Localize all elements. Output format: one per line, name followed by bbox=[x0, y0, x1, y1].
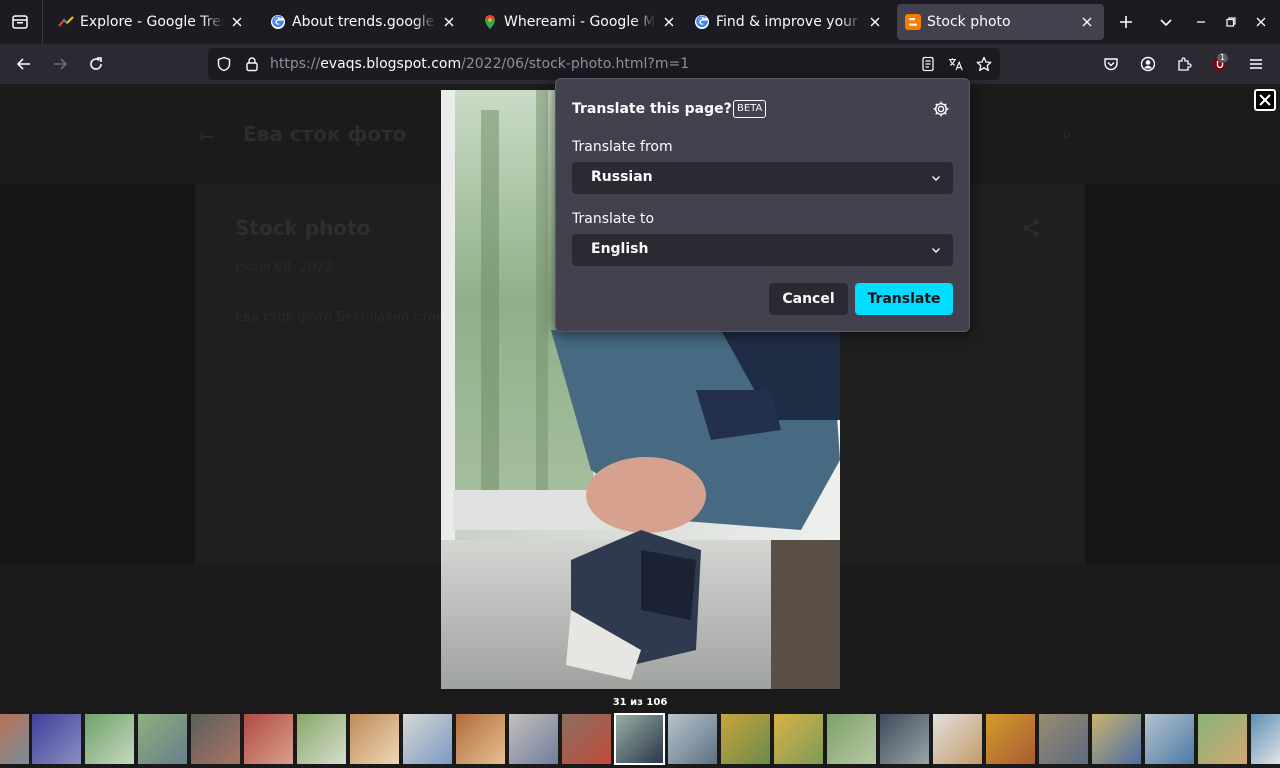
bookmark-star-icon[interactable] bbox=[976, 56, 992, 72]
tab-find-improve[interactable]: Find & improve your local bbox=[686, 4, 892, 40]
translate-icon[interactable] bbox=[948, 56, 964, 72]
thumbnail[interactable] bbox=[32, 714, 81, 764]
tab-bar: Explore - Google Trends About trends.goo… bbox=[0, 0, 1280, 44]
close-tab-icon[interactable] bbox=[866, 13, 884, 31]
translate-button[interactable]: Translate bbox=[855, 283, 953, 315]
close-tab-icon[interactable] bbox=[440, 13, 458, 31]
thumbnail[interactable] bbox=[403, 714, 452, 764]
blog-sidebar-left bbox=[0, 184, 195, 564]
post-title: Stock photo bbox=[235, 216, 371, 240]
thumbnail[interactable] bbox=[1145, 714, 1194, 764]
url-host: evaqs.blogspot.com bbox=[320, 56, 462, 72]
minimize-icon[interactable] bbox=[1189, 10, 1213, 34]
close-window-icon[interactable] bbox=[1249, 10, 1273, 34]
beta-badge: BETA bbox=[733, 100, 767, 118]
close-tab-icon[interactable] bbox=[1078, 13, 1096, 31]
translate-from-label: Translate from bbox=[572, 139, 673, 155]
translate-page-panel: Translate this page? BETA Translate from… bbox=[555, 78, 970, 332]
translate-to-select[interactable]: English bbox=[572, 234, 953, 266]
extension-badge-count: 1 bbox=[1217, 53, 1229, 63]
pocket-icon[interactable] bbox=[1099, 52, 1123, 76]
thumbnail[interactable] bbox=[880, 714, 929, 764]
share-icon bbox=[1021, 218, 1041, 243]
tab-title: Find & improve your local bbox=[716, 14, 862, 30]
thumbnail[interactable] bbox=[1092, 714, 1141, 764]
translate-from-value: Russian bbox=[591, 169, 653, 185]
restore-icon[interactable] bbox=[1219, 10, 1243, 34]
thumbnail[interactable] bbox=[562, 714, 611, 764]
photo-counter: 31 из 106 bbox=[612, 697, 668, 708]
tab-whereami-maps[interactable]: Whereami - Google Maps bbox=[474, 4, 686, 40]
thumbnail[interactable] bbox=[1039, 714, 1088, 764]
close-tab-icon[interactable] bbox=[228, 13, 246, 31]
lightbox-close-icon[interactable] bbox=[1254, 89, 1276, 111]
extensions-puzzle-icon[interactable] bbox=[1172, 52, 1196, 76]
blog-title: Ева сток фото bbox=[243, 122, 407, 146]
tab-separator bbox=[42, 0, 43, 44]
chevron-down-icon bbox=[929, 243, 943, 257]
thumbnail-strip bbox=[0, 713, 1280, 765]
cancel-button[interactable]: Cancel bbox=[769, 283, 848, 315]
thumbnail[interactable] bbox=[0, 714, 29, 764]
address-bar[interactable]: https://evaqs.blogspot.com/2022/06/stock… bbox=[208, 48, 1000, 80]
thumbnail[interactable] bbox=[933, 714, 982, 764]
thumbnail[interactable] bbox=[350, 714, 399, 764]
thumbnail[interactable] bbox=[85, 714, 134, 764]
thumbnail[interactable] bbox=[509, 714, 558, 764]
google-g-icon bbox=[270, 14, 286, 30]
reader-view-icon[interactable] bbox=[920, 56, 936, 72]
maps-pin-icon bbox=[482, 14, 498, 30]
post-date: июня 08, 2022 bbox=[235, 260, 333, 275]
tab-title: Stock photo bbox=[927, 14, 1011, 30]
account-icon[interactable] bbox=[1136, 52, 1160, 76]
thumbnail[interactable] bbox=[138, 714, 187, 764]
thumbnail[interactable] bbox=[774, 714, 823, 764]
translate-to-label: Translate to bbox=[572, 211, 655, 227]
thumbnail[interactable] bbox=[244, 714, 293, 764]
thumbnail[interactable] bbox=[297, 714, 346, 764]
google-g-icon bbox=[694, 14, 710, 30]
blog-sidebar-right bbox=[1085, 184, 1280, 564]
translate-to-value: English bbox=[591, 241, 649, 257]
thumbnail[interactable] bbox=[1198, 714, 1247, 764]
trends-icon bbox=[58, 14, 74, 30]
thumbnail[interactable] bbox=[191, 714, 240, 764]
forward-arrow-icon[interactable] bbox=[48, 52, 72, 76]
blogger-icon bbox=[905, 14, 921, 30]
new-tab-icon[interactable] bbox=[1114, 10, 1138, 34]
tab-google-trends[interactable]: Explore - Google Trends bbox=[50, 4, 254, 40]
thumbnail[interactable] bbox=[456, 714, 505, 764]
tab-title: Explore - Google Trends bbox=[80, 14, 224, 30]
chevron-down-icon bbox=[929, 171, 943, 185]
thumbnail-selected[interactable] bbox=[614, 713, 665, 765]
thumbnail[interactable] bbox=[986, 714, 1035, 764]
list-all-tabs-icon[interactable] bbox=[1154, 10, 1178, 34]
tracking-protection-shield-icon[interactable] bbox=[216, 56, 232, 72]
translate-panel-title: Translate this page? bbox=[572, 101, 732, 117]
back-arrow-icon[interactable] bbox=[12, 52, 36, 76]
gear-icon[interactable] bbox=[932, 100, 950, 118]
lock-icon[interactable] bbox=[244, 56, 260, 72]
thumbnail[interactable] bbox=[721, 714, 770, 764]
tab-manager-icon[interactable] bbox=[8, 10, 32, 34]
tab-stock-photo[interactable]: Stock photo bbox=[897, 4, 1104, 40]
thumbnail[interactable] bbox=[827, 714, 876, 764]
app-menu-hamburger-icon[interactable] bbox=[1244, 52, 1268, 76]
tab-title: About trends.google.com bbox=[292, 14, 436, 30]
tab-about-trends[interactable]: About trends.google.com bbox=[262, 4, 466, 40]
tab-title: Whereami - Google Maps bbox=[504, 14, 656, 30]
reload-icon[interactable] bbox=[84, 52, 108, 76]
blog-back-arrow-icon: ← bbox=[198, 124, 215, 148]
thumbnail[interactable] bbox=[668, 714, 717, 764]
url-text[interactable]: https://evaqs.blogspot.com/2022/06/stock… bbox=[270, 56, 689, 72]
translate-from-select[interactable]: Russian bbox=[572, 162, 953, 194]
url-path: /2022/06/stock-photo.html?m=1 bbox=[461, 56, 690, 72]
url-scheme: https:// bbox=[270, 56, 321, 72]
thumbnail[interactable] bbox=[1251, 714, 1280, 764]
blog-search-icon: ⌕ bbox=[1062, 124, 1073, 145]
close-tab-icon[interactable] bbox=[660, 13, 678, 31]
